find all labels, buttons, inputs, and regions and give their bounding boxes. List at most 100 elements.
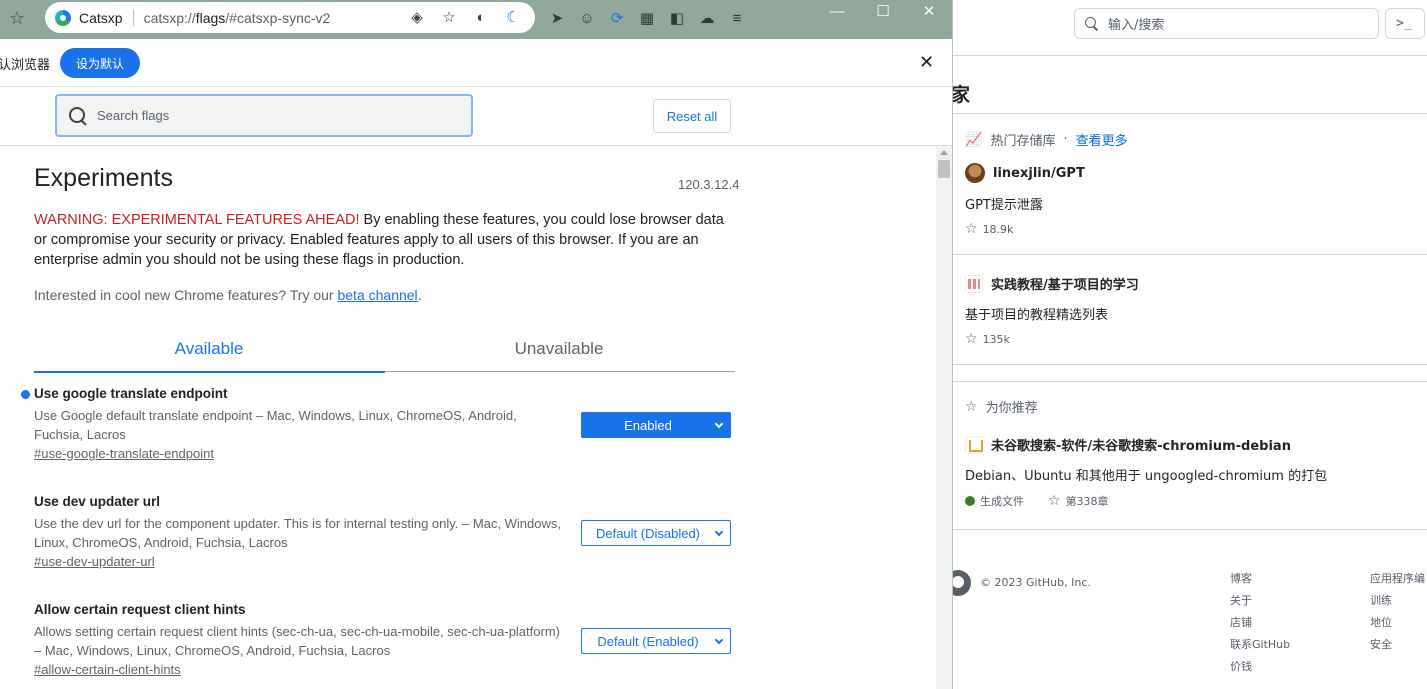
close-icon[interactable]: ✕ [919,52,934,72]
flag-state-select[interactable]: Default (Enabled) [581,628,731,654]
footer-link[interactable]: 训练 [1370,590,1425,612]
search-flags-box[interactable] [55,94,473,137]
footer-link[interactable]: 店铺 [1230,612,1290,634]
footer-link[interactable]: 关于 [1230,590,1290,612]
repo-stars: ☆ 135k [965,332,1010,346]
catsxp-logo-icon [55,9,71,26]
tab-available[interactable]: Available [34,326,385,373]
vertical-scrollbar[interactable] [936,146,952,689]
star-icon: ☆ [965,221,978,237]
close-icon[interactable]: ✕ [906,2,952,24]
cursor-extension-icon[interactable]: ➤ [546,8,568,30]
footer-link[interactable]: 安全 [1370,634,1425,656]
select-value: Enabled [624,417,672,433]
flag-anchor-link[interactable]: #allow-certain-client-hints [34,662,734,677]
scroll-up-arrow-icon[interactable] [940,150,948,155]
repo-rank: 第338章 [1065,495,1109,508]
address-bar-actions: ◈ ☆ ◐ ☾ [407,8,523,28]
copyright: © 2023 GitHub, Inc. [980,576,1091,589]
repo-name[interactable]: 实践教程/基于项目的学习 [991,274,1139,293]
flag-anchor-link[interactable]: #use-google-translate-endpoint [34,446,734,461]
flag-name: Allow certain request client hints [34,602,246,617]
beta-channel-link[interactable]: beta channel [337,287,417,303]
flag-description: Use Google default translate endpoint – … [34,408,517,442]
footer-link[interactable]: 价钱 [1230,656,1290,678]
flags-content: Experiments 120.3.12.4 WARNING: EXPERIME… [0,146,936,689]
address-bar[interactable]: Catsxp catsxp://flags/#catsxp-sync-v2 ◈ … [45,2,535,33]
tab-unavailable[interactable]: Unavailable [384,326,734,372]
see-more-link[interactable]: 查看更多 [1076,130,1128,149]
minimize-icon[interactable]: — [814,2,860,24]
dark-mode-moon-icon[interactable]: ☾ [503,8,523,28]
star-count: 135k [982,332,1010,346]
flags-tabs: Available Unavailable [34,326,735,373]
language-color-dot [965,496,975,506]
trending-header: 📈 热门存储库 · 查看更多 [965,130,1128,150]
maximize-icon[interactable]: ☐ [860,2,906,24]
github-logo-icon[interactable] [953,570,971,596]
extension-circle-icon[interactable]: ◐ [471,8,491,28]
set-default-button[interactable]: 设为默认 [60,48,140,78]
face-extension-icon[interactable]: ☺ [576,8,598,30]
reset-all-button[interactable]: Reset all [653,99,731,133]
warning-message: WARNING: EXPERIMENTAL FEATURES AHEAD! By… [34,210,740,270]
flag-item: Allow certain request client hints Allow… [34,602,734,677]
repo-language: 生成文件 [980,495,1024,508]
github-page: 输入/搜索 >_ 家 📈 热门存储库 · 查看更多 linexjlin/GPT … [953,0,1427,689]
chevron-down-icon [714,419,724,429]
version-label: 120.3.12.4 [678,177,740,192]
flag-item: Use dev updater url Use the dev url for … [34,494,734,569]
toolbar-extensions: ➤ ☺ ⟳ ▦ ◧ ☁ ≡ [546,8,748,30]
for-you-label: 为你推荐 [985,401,1038,416]
chevron-down-icon [714,527,724,537]
star-count: 18.9k [982,222,1014,236]
beta-channel-prompt: Interested in cool new Chrome features? … [34,287,422,303]
divider [132,9,134,26]
repo-avatar [965,435,983,454]
star-icon: ☆ [965,331,978,347]
chevron-down-icon [714,635,724,645]
footer-link[interactable]: 地位 [1370,612,1425,634]
footer-link[interactable]: 应用程序编 [1370,568,1425,590]
site-brand: Catsxp [79,9,123,26]
repo-card-title[interactable]: linexjlin/GPT [965,163,1085,183]
command-palette-button[interactable]: >_ [1385,8,1425,39]
title-bar: ☆ Catsxp catsxp://flags/#catsxp-sync-v2 … [0,0,952,39]
layers-icon[interactable]: ◈ [407,8,427,28]
screen: 输入/搜索 >_ 家 📈 热门存储库 · 查看更多 linexjlin/GPT … [0,0,1427,689]
url-text[interactable]: catsxp://flags/#catsxp-sync-v2 [144,10,331,26]
star-icon: ☆ [965,398,978,415]
repo-stars: ☆ 18.9k [965,222,1013,236]
menu-icon[interactable]: ≡ [726,8,748,30]
modified-indicator-dot [21,390,30,399]
sidebar-icon[interactable]: ◧ [666,8,688,30]
repo-description: Debian、Ubuntu 和其他用于 ungoogled-chromium 的… [965,469,1328,484]
repo-description: GPT提示泄露 [965,198,1043,213]
footer-link[interactable]: 联系GitHub [1230,634,1290,656]
github-search-input[interactable]: 输入/搜索 [1074,8,1379,39]
divider [953,364,1427,365]
translate-extension-icon[interactable]: ⟳ [606,8,628,30]
trending-label: 热门存储库 [990,134,1056,149]
url-host: flags [195,9,226,26]
repo-card-title[interactable]: 未谷歌搜索-软件/未谷歌搜索-chromium-debian [965,435,1291,454]
repo-name[interactable]: linexjlin/GPT [993,166,1085,181]
flag-state-select[interactable]: Default (Disabled) [581,520,731,546]
flag-state-select[interactable]: Enabled [581,412,731,438]
scrollbar-thumb[interactable] [938,160,950,178]
footer-links-col-1: 博客 关于 店铺 联系GitHub 价钱 [1230,568,1290,678]
star-icon: ☆ [1048,493,1061,509]
search-flags-input[interactable] [97,108,457,123]
bookmark-star-icon[interactable]: ☆ [439,8,459,28]
divider [953,254,1427,255]
footer-link[interactable]: 博客 [1230,568,1290,590]
repo-card-title[interactable]: 实践教程/基于项目的学习 [965,274,1139,293]
infobar-message: 认浏览器 [0,57,51,72]
browser-window: ☆ Catsxp catsxp://flags/#catsxp-sync-v2 … [0,0,953,689]
flag-anchor-link[interactable]: #use-dev-updater-url [34,554,734,569]
page-title: Experiments [34,164,173,192]
bookmark-star-icon[interactable]: ☆ [9,8,25,29]
apps-grid-icon[interactable]: ▦ [636,8,658,30]
repo-name[interactable]: 未谷歌搜索-软件/未谷歌搜索-chromium-debian [991,435,1291,454]
upload-cloud-icon[interactable]: ☁ [696,8,718,30]
